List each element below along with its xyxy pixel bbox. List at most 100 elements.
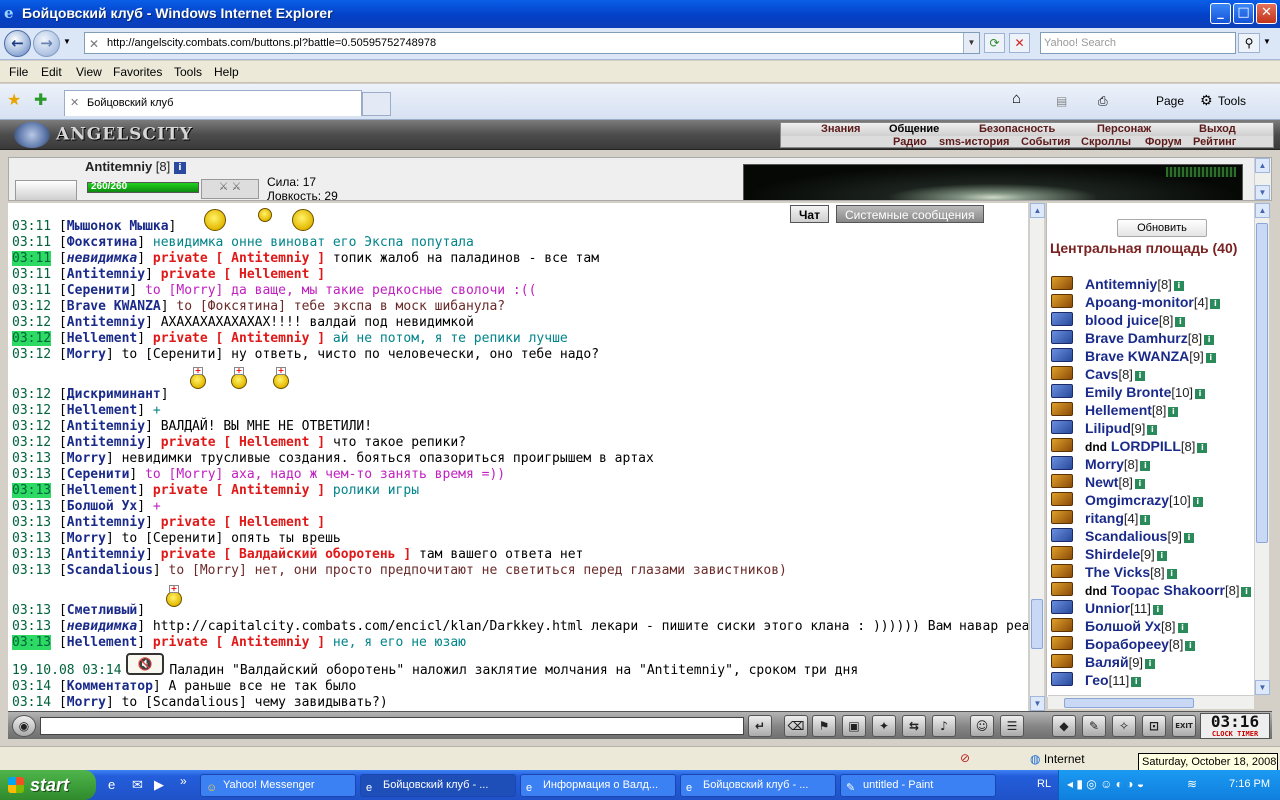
- quicklaunch-more-icon[interactable]: »: [180, 774, 187, 788]
- start-button[interactable]: start: [0, 770, 96, 800]
- message-private-tag[interactable]: private [ Валдайский оборотень ]: [161, 547, 411, 562]
- nav-sms-history[interactable]: sms-история: [939, 136, 1009, 148]
- message-private-tag[interactable]: private [ Antitemniy ]: [153, 251, 325, 266]
- user-name[interactable]: The Vicks[8] i: [1085, 564, 1177, 580]
- room-scroll-thumb[interactable]: [1256, 223, 1268, 543]
- info-icon[interactable]: i: [173, 162, 186, 174]
- nav-character[interactable]: Персонаж: [1097, 123, 1151, 135]
- tray-icons[interactable]: ◂ ▮ ◎ ☺ ◐ ◑ ◒: [1067, 777, 1144, 791]
- user-info-icon[interactable]: i: [1192, 497, 1203, 507]
- message-private-tag[interactable]: private [ Hellement ]: [161, 267, 325, 282]
- message-author[interactable]: Antitemniy: [67, 267, 145, 282]
- favorites-star-icon[interactable]: ★: [7, 90, 21, 110]
- quicklaunch-ie-icon[interactable]: e: [108, 777, 115, 792]
- nav-forum[interactable]: Форум: [1145, 136, 1182, 148]
- room-user[interactable]: Omgimcrazy[10] i: [1047, 491, 1254, 509]
- nav-radio[interactable]: Радио: [893, 136, 927, 148]
- scroll-up-icon[interactable]: ▲: [1030, 203, 1045, 218]
- weapons-icon[interactable]: ⚔ ⚔: [201, 179, 259, 199]
- private-message-icon[interactable]: [1051, 510, 1073, 524]
- user-name[interactable]: Болшой Ух[8] i: [1085, 618, 1188, 634]
- room-user[interactable]: Newt[8] i: [1047, 473, 1254, 491]
- room-user[interactable]: Болшой Ух[8] i: [1047, 617, 1254, 635]
- history-dropdown-icon[interactable]: ▼: [60, 33, 74, 53]
- user-info-icon[interactable]: i: [1147, 425, 1158, 435]
- user-name[interactable]: Валяй[9] i: [1085, 654, 1156, 670]
- refresh-icon[interactable]: ⟳: [984, 33, 1005, 53]
- user-info-icon[interactable]: i: [1183, 533, 1194, 543]
- room-user[interactable]: Hellement[8] i: [1047, 401, 1254, 419]
- menu-edit[interactable]: Edit: [41, 65, 62, 79]
- message-author[interactable]: Hellement: [67, 635, 137, 650]
- close-button[interactable]: ✕: [1256, 3, 1277, 24]
- menu-favorites[interactable]: Favorites: [113, 65, 162, 79]
- exit-icon[interactable]: EXIT: [1172, 715, 1196, 737]
- user-info-icon[interactable]: i: [1185, 641, 1196, 651]
- user-info-icon[interactable]: i: [1177, 623, 1188, 633]
- message-author[interactable]: Antitemniy: [67, 547, 145, 562]
- room-user[interactable]: Lilipud[9] i: [1047, 419, 1254, 437]
- user-info-icon[interactable]: i: [1134, 479, 1145, 489]
- print-icon[interactable]: ⎙: [1098, 94, 1108, 109]
- private-message-icon[interactable]: [1051, 654, 1073, 668]
- user-name[interactable]: Newt[8] i: [1085, 474, 1145, 490]
- room-user[interactable]: Unnior[11] i: [1047, 599, 1254, 617]
- message-author[interactable]: Мышонок Мышка: [67, 219, 169, 234]
- add-favorites-icon[interactable]: ✚: [34, 90, 47, 110]
- room-user[interactable]: Scandalious[9] i: [1047, 527, 1254, 545]
- private-message-icon[interactable]: [1051, 402, 1073, 416]
- home-icon[interactable]: ⌂: [1012, 90, 1021, 107]
- back-button[interactable]: ←: [4, 30, 31, 57]
- user-name[interactable]: dnd Toopac Shakoorr[8] i: [1085, 582, 1252, 598]
- char-scrollbar[interactable]: ▲ ▼: [1254, 158, 1270, 200]
- message-author[interactable]: Hellement: [67, 483, 137, 498]
- message-author[interactable]: Morry: [67, 695, 106, 710]
- nav-knowledge[interactable]: Знания: [821, 123, 860, 135]
- user-name[interactable]: Shirdele[9] i: [1085, 546, 1167, 562]
- room-user[interactable]: Emily Bronte[10] i: [1047, 383, 1254, 401]
- chat-settings-icon[interactable]: ◉: [12, 715, 36, 737]
- scroll-icon[interactable]: ✎: [1082, 715, 1106, 737]
- room-user[interactable]: blood juice[8] i: [1047, 311, 1254, 329]
- menu-file[interactable]: File: [9, 65, 28, 79]
- user-info-icon[interactable]: i: [1131, 677, 1142, 687]
- smiley-picker-icon[interactable]: ☺: [970, 715, 994, 737]
- save-icon[interactable]: ▣: [842, 715, 866, 737]
- user-name[interactable]: Бораборееу[8] i: [1085, 636, 1196, 652]
- message-author[interactable]: Scandalious: [67, 563, 153, 578]
- user-info-icon[interactable]: i: [1210, 299, 1221, 309]
- room-hscrollbar[interactable]: [1048, 695, 1254, 709]
- user-info-icon[interactable]: i: [1204, 335, 1215, 345]
- room-user[interactable]: Brave KWANZA[9] i: [1047, 347, 1254, 365]
- message-author[interactable]: Antitemniy: [67, 315, 145, 330]
- inventory-icon[interactable]: ◆: [1052, 715, 1076, 737]
- room-user[interactable]: Morry[8] i: [1047, 455, 1254, 473]
- message-author[interactable]: Morry: [67, 451, 106, 466]
- message-author[interactable]: Болшой Ух: [67, 499, 137, 514]
- user-info-icon[interactable]: i: [1197, 443, 1208, 453]
- room-hscroll-thumb[interactable]: [1064, 698, 1194, 708]
- user-name[interactable]: Morry[8] i: [1085, 456, 1151, 472]
- language-indicator[interactable]: RL: [1037, 778, 1051, 790]
- message-author[interactable]: невидимка: [67, 251, 137, 266]
- private-message-icon[interactable]: [1051, 492, 1073, 506]
- user-name[interactable]: Brave Damhurz[8] i: [1085, 330, 1215, 346]
- message-author[interactable]: Серенити: [67, 467, 130, 482]
- user-info-icon[interactable]: i: [1152, 605, 1163, 615]
- user-name[interactable]: Omgimcrazy[10] i: [1085, 492, 1203, 508]
- user-name[interactable]: Unnior[11] i: [1085, 600, 1163, 616]
- message-author[interactable]: невидимка: [67, 619, 137, 634]
- user-name[interactable]: Cavs[8] i: [1085, 366, 1145, 382]
- chat-scrollbar[interactable]: ▲ ▼: [1029, 203, 1045, 711]
- private-message-icon[interactable]: [1051, 546, 1073, 560]
- user-info-icon[interactable]: i: [1156, 551, 1167, 561]
- private-message-icon[interactable]: [1051, 438, 1073, 452]
- room-user[interactable]: dnd LORDPILL[8] i: [1047, 437, 1254, 455]
- message-private-tag[interactable]: private [ Antitemniy ]: [153, 331, 325, 346]
- room-user[interactable]: Валяй[9] i: [1047, 653, 1254, 671]
- new-tab-button[interactable]: [362, 92, 391, 116]
- scroll-up-icon[interactable]: ▲: [1255, 203, 1270, 218]
- map-icon[interactable]: ✧: [1112, 715, 1136, 737]
- forward-button[interactable]: →: [33, 30, 60, 57]
- user-name[interactable]: Emily Bronte[10] i: [1085, 384, 1206, 400]
